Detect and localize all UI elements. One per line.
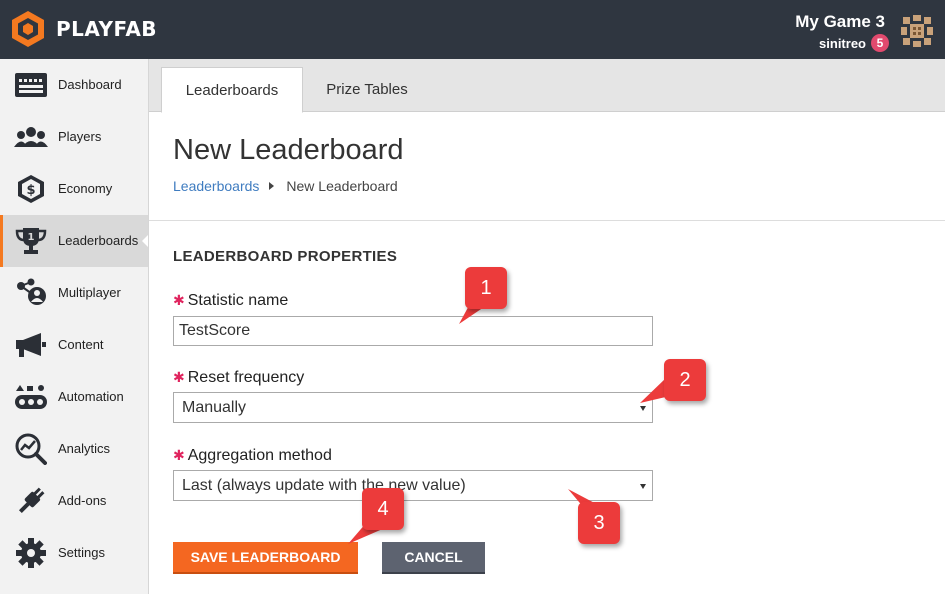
callout-2-badge: 2 [664,359,706,401]
callout-4-badge: 4 [362,488,404,530]
callout-3-badge: 3 [578,502,620,544]
callout-1-badge: 1 [465,267,507,309]
